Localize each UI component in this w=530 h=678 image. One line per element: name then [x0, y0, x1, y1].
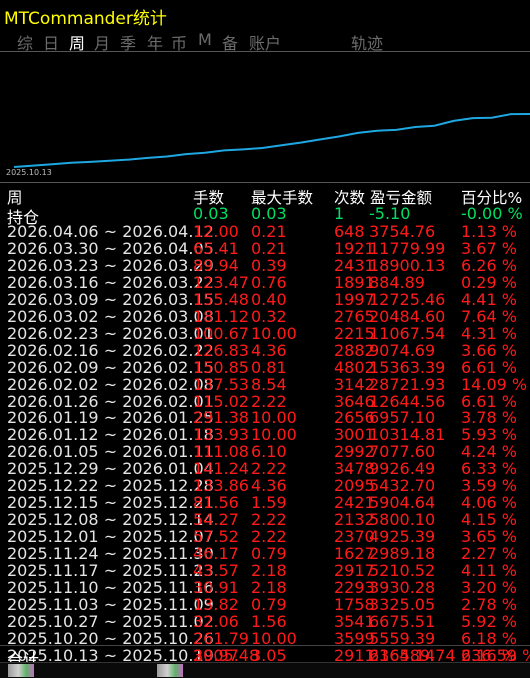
table-row[interactable]: 2026.03.16 ~ 2026.03.22 123.47 0.76 1891 884… [0, 273, 530, 292]
table-row[interactable]: 2026.03.30 ~ 2026.04.05 65.41 0.21 1921 1177… [0, 239, 530, 258]
table-row[interactable]: 2026.01.26 ~ 2026.02.01 115.02 2.22 3646 126… [0, 392, 530, 411]
holding-lots: 0.03 [193, 204, 229, 223]
tab-bar: 综日周月季年币 M 备账户 轨迹 [0, 28, 530, 53]
app-title: MTCommander统计 [4, 9, 167, 29]
table-row[interactable]: 2026.03.23 ~ 2026.03.29 89.94 0.39 2431 1890… [0, 256, 530, 275]
table-row[interactable]: 2026.03.09 ~ 2026.03.15 155.48 0.40 1997 127… [0, 290, 530, 309]
thumbnail-icon[interactable] [157, 664, 183, 677]
table-row[interactable]: 2026.03.02 ~ 2026.03.08 181.12 0.32 2765 204… [0, 307, 530, 326]
table-row[interactable]: 2026.02.23 ~ 2026.03.01 100.67 10.00 2215 11… [0, 324, 530, 343]
table-row[interactable]: 2025.12.29 ~ 2026.01.04 141.24 2.22 3478 992… [0, 459, 530, 478]
holding-row[interactable]: 持仓 0.03 0.03 1 -5.10 -0.00 % [0, 204, 530, 227]
table-row[interactable]: 2025.11.24 ~ 2025.11.30 46.17 0.79 1627 2989… [0, 544, 530, 563]
table-row[interactable]: 2026.04.06 ~ 2026.04.12 12.00 0.21 648 3754.… [0, 222, 530, 241]
chart-start-date: 2025.10.13 [6, 168, 52, 177]
bottom-toolbar [0, 662, 530, 678]
table-row[interactable]: 2025.12.08 ~ 2025.12.14 54.27 2.22 2132 5800… [0, 510, 530, 529]
equity-chart-svg [13, 113, 530, 168]
table-header: 周 手数 最大手数 次数 盈亏金额 百分比% [0, 186, 530, 207]
tab-7[interactable]: M [198, 30, 212, 49]
table-row[interactable]: 2025.10.27 ~ 2025.11.02 32.06 1.56 3541 6675… [0, 612, 530, 631]
holding-pnl: -5.10 [369, 204, 411, 223]
table-row[interactable]: 2025.11.10 ~ 2025.11.16 30.91 2.18 2293 3930… [0, 578, 530, 597]
thumbnail-icon[interactable] [8, 664, 34, 677]
table-row[interactable]: 2026.02.02 ~ 2026.02.08 137.53 8.54 3142 287… [0, 375, 530, 394]
holding-percent: -0.00 % [461, 204, 523, 223]
equity-chart [0, 51, 530, 183]
holding-max-lots: 0.03 [251, 204, 287, 223]
table-row[interactable]: 2026.02.16 ~ 2026.02.22 126.83 4.36 2882 907… [0, 341, 530, 360]
table-row[interactable]: 2025.12.15 ~ 2025.12.21 81.56 1.59 2421 5904… [0, 493, 530, 512]
table-row[interactable]: 2025.12.01 ~ 2025.12.07 57.52 2.22 2370 4925… [0, 527, 530, 546]
table-row[interactable]: 2025.12.22 ~ 2025.12.28 133.86 4.36 2095 543… [0, 476, 530, 495]
holding-count: 1 [334, 204, 345, 223]
table-row[interactable]: 2026.02.09 ~ 2026.02.15 150.85 0.81 4802 153… [0, 358, 530, 377]
table-row[interactable]: 2026.01.12 ~ 2026.01.18 133.93 10.00 3001 10… [0, 425, 530, 444]
table-row[interactable]: 2026.01.19 ~ 2026.01.25 291.38 10.00 2656 69… [0, 408, 530, 427]
equity-line [13, 113, 530, 168]
table-row[interactable]: 2025.11.03 ~ 2025.11.09 13.82 0.79 1758 3325… [0, 595, 530, 614]
table-row[interactable]: 2026.01.05 ~ 2026.01.11 111.08 6.10 2992 707… [0, 442, 530, 461]
table-row[interactable]: 2025.11.17 ~ 2025.11.23 43.57 2.18 2917 5210… [0, 561, 530, 580]
